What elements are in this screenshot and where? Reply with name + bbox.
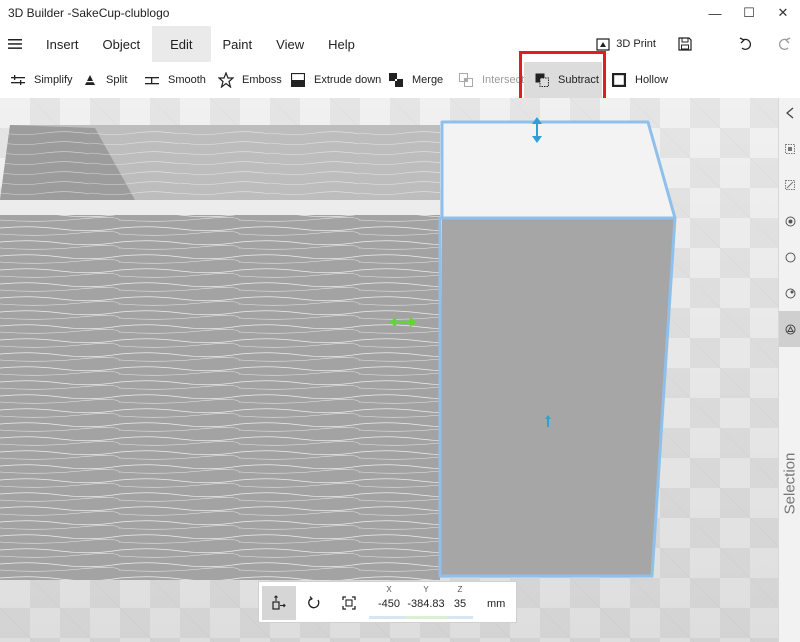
chevron-left-icon xyxy=(786,107,794,119)
3d-print-label: 3D Print xyxy=(616,38,656,50)
x-coordinate[interactable]: X -450 xyxy=(369,585,409,619)
emboss-button[interactable]: Emboss xyxy=(218,62,282,98)
vertex-select-icon xyxy=(785,288,795,298)
right-sidebar: Selection xyxy=(778,98,800,642)
menu-view[interactable]: View xyxy=(264,26,316,62)
menu-insert[interactable]: Insert xyxy=(34,26,91,62)
merge-button[interactable]: Merge xyxy=(388,62,443,98)
mesh-select-icon xyxy=(785,216,795,226)
maximize-icon: ☐ xyxy=(743,5,755,20)
subtract-icon xyxy=(534,72,550,88)
face-select-icon xyxy=(785,180,795,190)
selection-mode-button[interactable] xyxy=(779,311,800,347)
intersect-button[interactable]: Intersect xyxy=(458,62,524,98)
menu-edit[interactable]: Edit xyxy=(152,26,211,62)
hamburger-button[interactable] xyxy=(0,26,30,62)
select-vertex-button[interactable] xyxy=(779,282,800,304)
rotate-mode-button[interactable] xyxy=(297,586,331,620)
menu-help[interactable]: Help xyxy=(316,26,367,62)
collapse-sidebar-button[interactable] xyxy=(779,102,800,124)
simplify-icon xyxy=(10,72,26,88)
select-face-button[interactable] xyxy=(779,174,800,196)
simplify-button[interactable]: Simplify xyxy=(10,62,73,98)
selected-box-front xyxy=(440,218,675,576)
y-coordinate[interactable]: Y -384.83 xyxy=(405,585,447,619)
circle-icon xyxy=(785,252,795,262)
select-mesh-button[interactable] xyxy=(779,210,800,232)
subtract-button[interactable]: Subtract xyxy=(524,62,602,98)
smooth-button[interactable]: Smooth xyxy=(144,62,206,98)
redo-icon xyxy=(778,37,791,51)
save-icon xyxy=(678,37,692,51)
intersect-label: Intersect xyxy=(482,74,525,86)
selected-box-top xyxy=(442,122,675,218)
y-value[interactable]: -384.83 xyxy=(405,598,447,610)
split-label: Split xyxy=(106,74,128,86)
unit-selector[interactable]: mm xyxy=(487,598,505,610)
menu-object[interactable]: Object xyxy=(91,26,153,62)
intersect-icon xyxy=(458,72,474,88)
subtract-label: Subtract xyxy=(558,74,599,86)
select-circle-button[interactable] xyxy=(779,246,800,268)
select-object-button[interactable] xyxy=(779,138,800,160)
merge-icon xyxy=(388,72,404,88)
undo-icon xyxy=(739,37,752,51)
3d-viewport[interactable] xyxy=(0,98,778,642)
scene xyxy=(0,117,677,580)
x-value[interactable]: -450 xyxy=(369,598,409,610)
3d-print-button[interactable]: 3D Print xyxy=(588,26,664,62)
close-button[interactable]: ✕ xyxy=(766,0,800,26)
undo-button[interactable] xyxy=(730,26,762,62)
z-coordinate[interactable]: Z 35 xyxy=(447,585,473,619)
window-title: 3D Builder -SakeCup-clublogo xyxy=(8,6,170,20)
selection-panel-label[interactable]: Selection xyxy=(779,443,800,523)
emboss-label: Emboss xyxy=(242,74,282,86)
x-label: X xyxy=(386,585,392,594)
redo-button[interactable] xyxy=(768,26,800,62)
triangle-select-icon xyxy=(785,324,795,334)
y-label: Y xyxy=(423,585,429,594)
close-icon: ✕ xyxy=(777,5,789,20)
maximize-button[interactable]: ☐ xyxy=(732,0,766,26)
hollow-button[interactable]: Hollow xyxy=(611,62,668,98)
smooth-icon xyxy=(144,72,160,88)
z-label: Z xyxy=(457,585,463,594)
scale-mode-button[interactable] xyxy=(332,586,366,620)
move-mode-button[interactable] xyxy=(262,586,296,620)
minimize-icon: — xyxy=(708,5,722,21)
printer-icon xyxy=(596,38,610,51)
simplify-label: Simplify xyxy=(34,74,73,86)
merge-label: Merge xyxy=(412,74,444,86)
save-button[interactable] xyxy=(670,26,700,62)
smooth-label: Smooth xyxy=(168,74,206,86)
extrude-down-button[interactable]: Extrude down xyxy=(290,62,381,98)
split-icon xyxy=(82,72,98,88)
hollow-label: Hollow xyxy=(635,74,669,86)
menu-paint[interactable]: Paint xyxy=(211,26,265,62)
hamburger-icon xyxy=(8,39,22,49)
z-value[interactable]: 35 xyxy=(447,598,473,610)
extrude-down-label: Extrude down xyxy=(314,74,382,86)
rotate-icon xyxy=(308,596,320,609)
transform-bar: X -450 Y -384.83 Z 35 mm xyxy=(258,581,517,623)
extrude-down-icon xyxy=(290,72,306,88)
minimize-button[interactable]: — xyxy=(698,0,732,26)
edit-toolbar: Simplify Split Smooth Emboss Extrude dow… xyxy=(0,62,800,99)
object-select-icon xyxy=(785,144,795,154)
cup-rim xyxy=(0,200,440,215)
menu-bar: Insert Object Edit Paint View Help 3D Pr… xyxy=(0,26,800,62)
split-button[interactable]: Split xyxy=(82,62,127,98)
hollow-icon xyxy=(611,72,627,88)
title-bar: 3D Builder -SakeCup-clublogo — ☐ ✕ xyxy=(0,0,800,26)
scale-icon xyxy=(342,596,356,610)
move-icon xyxy=(272,595,286,610)
emboss-icon xyxy=(218,72,234,88)
